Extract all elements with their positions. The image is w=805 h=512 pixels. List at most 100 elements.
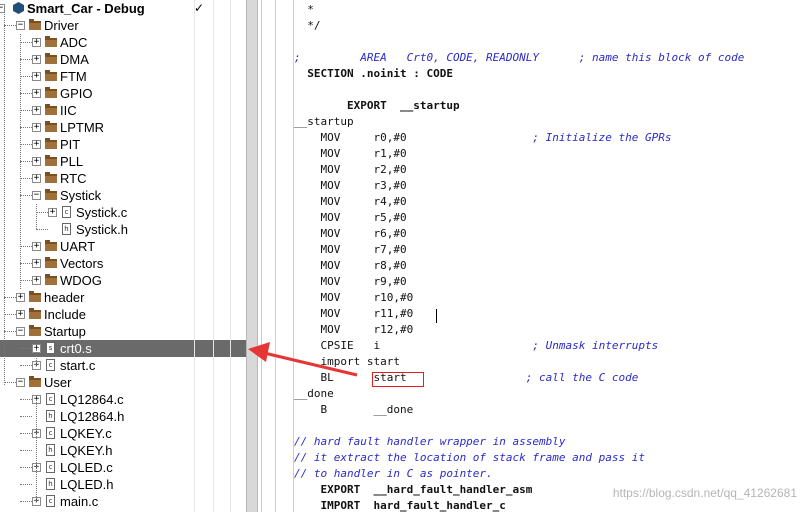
folder-icon: [45, 155, 57, 166]
tree-item[interactable]: − Systick: [0, 187, 246, 204]
tree-item[interactable]: + header: [0, 289, 246, 306]
code-line: SECTION .noinit : CODE: [294, 67, 453, 80]
folder-icon: [45, 53, 57, 64]
folder-icon: [45, 104, 57, 115]
expand-toggle[interactable]: +: [32, 106, 41, 115]
code-line: ; AREA Crt0, CODE, READONLY ; name this …: [294, 51, 745, 64]
tree-item-label: LPTMR: [60, 120, 105, 135]
tree-item[interactable]: + FTM: [0, 68, 246, 85]
project-tree[interactable]: − Smart_Car - Debug ✓ − Driver + ADC + DMA + FT…: [0, 0, 246, 512]
tree-item-label: LQLED.h: [60, 477, 114, 492]
expand-toggle[interactable]: +: [16, 310, 25, 319]
tree-item[interactable]: − Startup: [0, 323, 246, 340]
folder-icon: [45, 121, 57, 132]
panel-splitter[interactable]: [246, 0, 258, 512]
code-editor[interactable]: * */ ; AREA Crt0, CODE, READONLY ; name t…: [294, 0, 805, 512]
collapse-toggle[interactable]: −: [16, 21, 25, 30]
code-line: EXPORT __startup: [294, 99, 460, 112]
expand-toggle[interactable]: +: [32, 38, 41, 47]
file-icon: s: [46, 342, 55, 354]
tree-item-label: Driver: [44, 18, 79, 33]
expand-toggle[interactable]: +: [32, 140, 41, 149]
tree-item[interactable]: + UART: [0, 238, 246, 255]
file-icon: c: [46, 393, 55, 405]
tree-item[interactable]: + GPIO: [0, 85, 246, 102]
expand-toggle[interactable]: +: [32, 55, 41, 64]
project-root[interactable]: − Smart_Car - Debug ✓: [0, 0, 246, 17]
tree-item[interactable]: + DMA: [0, 51, 246, 68]
collapse-toggle[interactable]: −: [32, 191, 41, 200]
folder-icon: [45, 70, 57, 81]
code-line: // hard fault handler wrapper in assembl…: [294, 435, 566, 448]
folder-icon: [29, 19, 41, 30]
column-divider: [194, 0, 195, 512]
collapse-toggle[interactable]: −: [16, 327, 25, 336]
folder-icon: [29, 325, 41, 336]
tree-item-label: LQ12864.c: [60, 392, 124, 407]
tree-item-label: GPIO: [60, 86, 93, 101]
folder-icon: [45, 138, 57, 149]
expand-toggle[interactable]: +: [32, 89, 41, 98]
expand-toggle[interactable]: +: [32, 259, 41, 268]
expand-toggle[interactable]: +: [16, 293, 25, 302]
tree-item[interactable]: + PIT: [0, 136, 246, 153]
check-icon: ✓: [194, 1, 205, 15]
tree-item[interactable]: + RTC: [0, 170, 246, 187]
file-icon: c: [46, 495, 55, 507]
file-icon: h: [62, 223, 71, 235]
tree-item[interactable]: + Include: [0, 306, 246, 323]
tree-item[interactable]: + WDOG: [0, 272, 246, 289]
tree-item[interactable]: + Vectors: [0, 255, 246, 272]
folder-icon: [45, 189, 57, 200]
code-line: MOV r0,#0 ; Initialize the GPRs: [294, 131, 672, 144]
code-line: // to handler in C as pointer.: [294, 467, 493, 480]
tree-item-label: LQ12864.h: [60, 409, 125, 424]
file-icon: h: [46, 478, 55, 490]
expand-toggle[interactable]: +: [48, 208, 57, 217]
tree-item-label: IIC: [60, 103, 77, 118]
tree-item-label: Systick.h: [76, 222, 129, 237]
file-icon: c: [62, 206, 71, 218]
code-line: EXPORT __hard_fault_handler_asm: [294, 483, 533, 496]
file-icon: h: [46, 444, 55, 456]
tree-item[interactable]: + IIC: [0, 102, 246, 119]
tree-item-label: User: [44, 375, 72, 390]
tree-item[interactable]: + LPTMR: [0, 119, 246, 136]
column-divider: [213, 0, 214, 512]
code-line: MOV r4,#0: [294, 195, 407, 208]
code-line: */: [294, 19, 321, 32]
folder-icon: [29, 291, 41, 302]
folder-icon: [45, 240, 57, 251]
tree-item-label: DMA: [60, 52, 89, 67]
folder-icon: [45, 257, 57, 268]
collapse-toggle[interactable]: −: [16, 378, 25, 387]
tree-item[interactable]: + ADC: [0, 34, 246, 51]
code-line: IMPORT hard_fault_handler_c: [294, 499, 506, 512]
file-icon: h: [46, 410, 55, 422]
tree-item[interactable]: − Driver: [0, 17, 246, 34]
tree-item[interactable]: + PLL: [0, 153, 246, 170]
tree-item-label: PIT: [60, 137, 81, 152]
code-line: MOV r3,#0: [294, 179, 407, 192]
expand-toggle[interactable]: +: [32, 242, 41, 251]
code-line: B __done: [294, 403, 414, 416]
expand-toggle[interactable]: +: [32, 276, 41, 285]
tree-item-label: Startup: [44, 324, 86, 339]
code-line: MOV r8,#0: [294, 259, 407, 272]
code-line: *: [294, 3, 314, 16]
column-divider: [230, 0, 231, 512]
tree-item-label: main.c: [60, 494, 99, 509]
tree-item-label: start.c: [60, 358, 96, 373]
expand-toggle[interactable]: +: [32, 123, 41, 132]
expand-toggle[interactable]: +: [32, 157, 41, 166]
tree-item-label: WDOG: [60, 273, 102, 288]
expand-toggle[interactable]: +: [32, 72, 41, 81]
tree-item[interactable]: − User: [0, 374, 246, 391]
tree-item-label: LQLED.c: [60, 460, 113, 475]
expand-toggle[interactable]: +: [32, 174, 41, 183]
folder-icon: [29, 376, 41, 387]
tree-item-label: Systick: [60, 188, 102, 203]
tree-item-label: PLL: [60, 154, 84, 169]
code-line: MOV r7,#0: [294, 243, 407, 256]
tree-item-label: Vectors: [60, 256, 104, 271]
